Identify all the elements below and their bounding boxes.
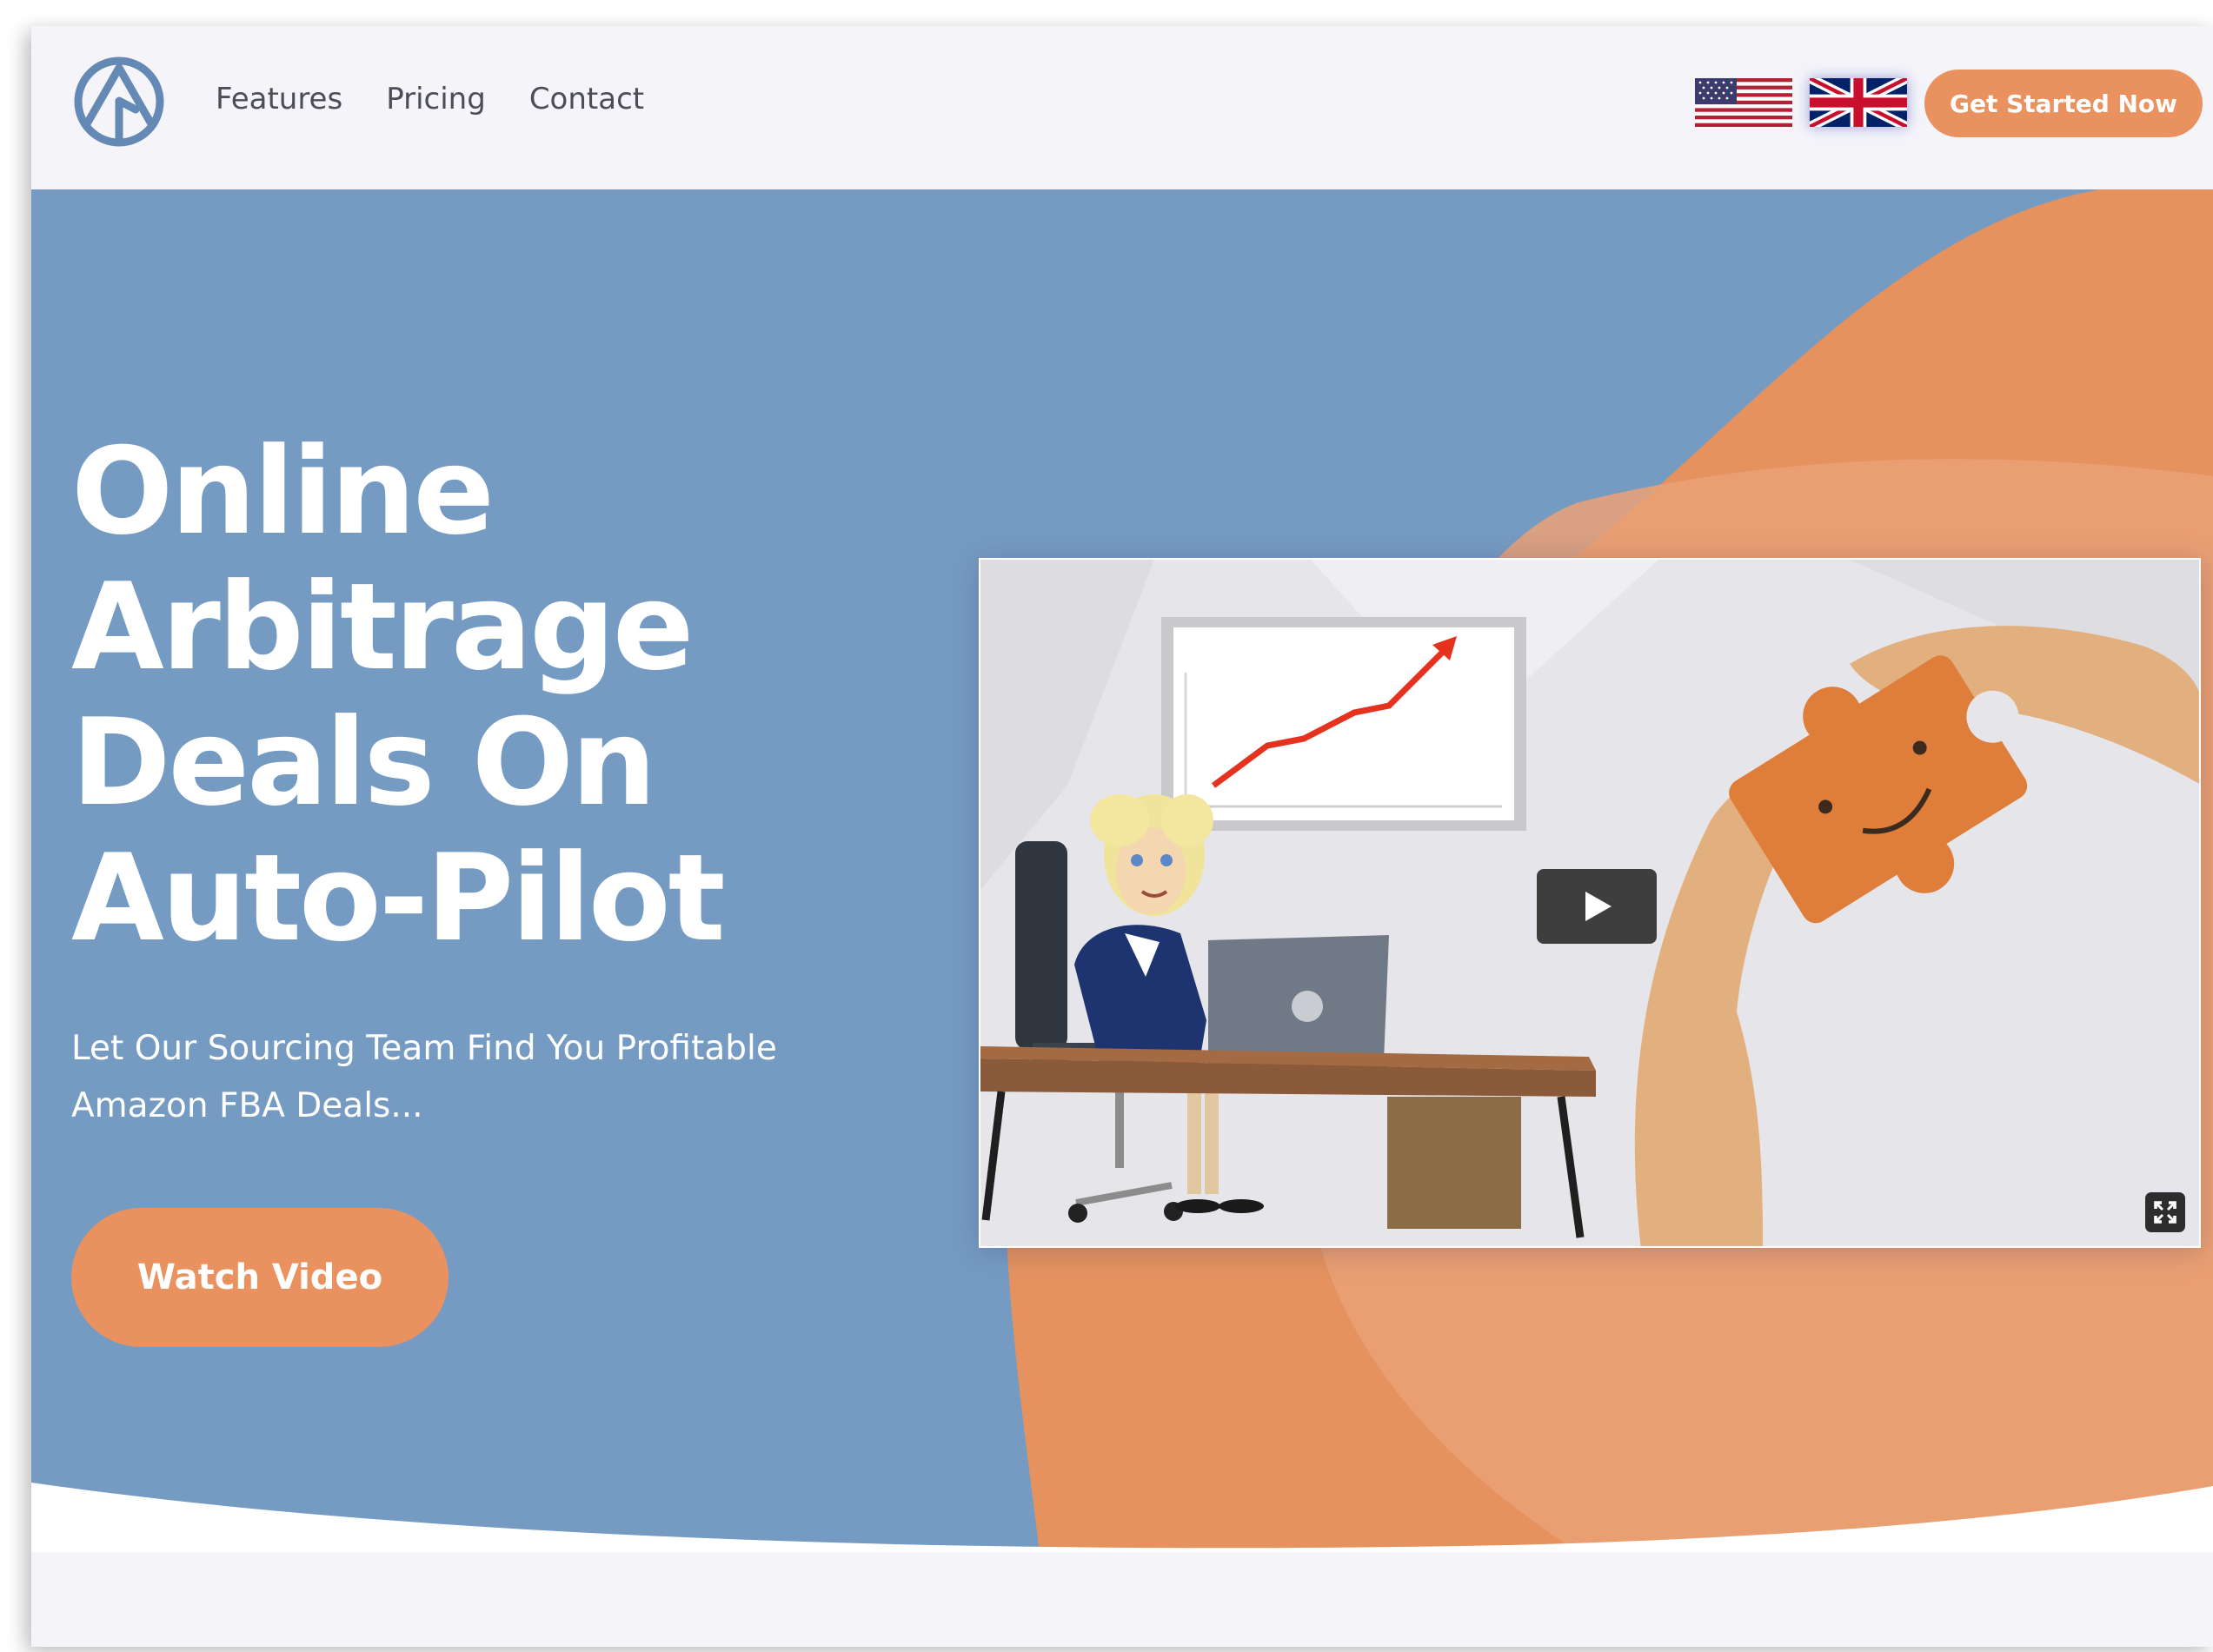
- top-navbar: Features Pricing Contact Get Started Now: [31, 26, 2213, 189]
- video-player[interactable]: [979, 558, 2201, 1248]
- nav-link-features[interactable]: Features: [216, 82, 342, 116]
- uk-flag-icon[interactable]: [1810, 78, 1907, 127]
- hero-subtitle: Let Our Sourcing Team Find You Profitabl…: [71, 1029, 777, 1125]
- hero-section: Online Arbitrage Deals On Auto-Pilot Let…: [31, 189, 2213, 1552]
- website-screenshot: Features Pricing Contact Get Started Now…: [31, 26, 2213, 1647]
- fullscreen-icon: [2154, 1201, 2176, 1224]
- us-flag-icon[interactable]: [1695, 78, 1792, 127]
- hero-title: Online Arbitrage Deals On Auto-Pilot: [71, 424, 940, 966]
- nav-links: Features Pricing Contact: [216, 82, 644, 116]
- hero-title-line: Arbitrage: [71, 557, 694, 697]
- watch-video-button[interactable]: Watch Video: [71, 1208, 449, 1347]
- page-frame: Features Pricing Contact Get Started Now…: [0, 0, 2213, 1652]
- play-icon: [1585, 892, 1612, 921]
- hero-title-line: Deals On: [71, 693, 656, 833]
- logo-icon[interactable]: [73, 56, 165, 148]
- next-section-strip: [31, 1552, 2213, 1647]
- nav-link-pricing[interactable]: Pricing: [386, 82, 486, 116]
- fullscreen-button[interactable]: [2145, 1192, 2185, 1232]
- nav-link-contact[interactable]: Contact: [529, 82, 644, 116]
- play-button[interactable]: [1537, 869, 1657, 944]
- get-started-button[interactable]: Get Started Now: [1924, 70, 2203, 137]
- hero-title-line: Auto-Pilot: [71, 828, 726, 968]
- hero-title-line: Online: [71, 421, 495, 561]
